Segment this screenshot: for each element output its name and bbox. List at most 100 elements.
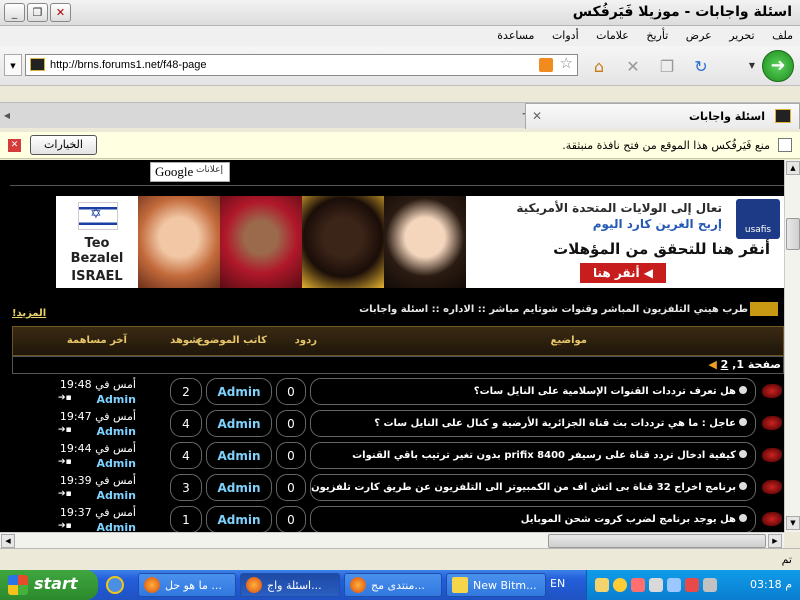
vertical-scroll-thumb[interactable] <box>786 218 800 250</box>
go-to-last-post-icon[interactable]: ➔▪ <box>58 521 72 531</box>
horizontal-scroll-thumb[interactable] <box>548 534 766 548</box>
firefox-icon <box>144 577 160 593</box>
menu-edit[interactable]: تحرير <box>722 26 761 45</box>
taskbar-item[interactable]: اسئلة واج... <box>240 573 340 597</box>
topic-link[interactable]: برنامج اخراج 32 قناة بى اتش اف من الكمبي… <box>311 482 747 493</box>
go-to-last-post-icon[interactable]: ➔▪ <box>58 489 72 499</box>
banner-cta-button[interactable]: ◀ أنقر هنا <box>580 263 666 283</box>
menu-tools[interactable]: أدوات <box>545 26 586 45</box>
banner-name-first: Teo <box>84 236 110 251</box>
last-post-time: أمس في 19:39 <box>59 474 136 487</box>
popup-blocker-bar: ✕ الخيارات منع فَيَرفُكس هذا الموقع من ف… <box>0 132 800 159</box>
minimize-button[interactable]: _ <box>4 3 25 22</box>
firefox-icon <box>246 577 262 593</box>
breadcrumb-text[interactable]: طرب هيني التلفزيون المباشر وقنوات شوتايم… <box>359 304 748 315</box>
banner-country: ISRAEL <box>71 269 123 284</box>
tab-scroll-icon[interactable]: ◀ <box>0 107 14 125</box>
shield-icon[interactable] <box>631 578 645 592</box>
security-icon[interactable] <box>703 578 717 592</box>
options-button[interactable]: الخيارات <box>30 135 97 155</box>
mail-icon[interactable] <box>595 578 609 592</box>
close-notification-icon[interactable]: ✕ <box>8 139 21 152</box>
topic-link[interactable]: عاجل : ما هي ترددات بث قناة الجزائرية ال… <box>374 418 747 429</box>
menu-help[interactable]: مساعدة <box>490 26 541 45</box>
horizontal-scrollbar[interactable]: ◀ ▶ <box>0 532 784 548</box>
taskbar-item[interactable]: ما هو حل ... <box>138 573 236 597</box>
history-dropdown-icon[interactable]: ▼ <box>746 58 758 74</box>
scroll-down-icon[interactable]: ▼ <box>786 516 800 530</box>
ad-banner[interactable]: ✡ Teo Bezalel ISRAEL usafis تعال إلى الو… <box>56 196 784 288</box>
vertical-scrollbar[interactable]: ▲ ▼ <box>784 160 800 532</box>
home-icon[interactable]: ⌂ <box>588 56 610 78</box>
topic-link[interactable]: كيفية ادخال تردد قناة على رسيفر prifix 8… <box>352 450 747 461</box>
go-to-last-post-icon[interactable]: ➔▪ <box>58 425 72 435</box>
reload-icon[interactable]: ↻ <box>690 56 712 78</box>
last-post-author[interactable]: Admin <box>97 393 136 406</box>
tab-active[interactable]: ✕ اسئلة واجابات <box>525 103 800 129</box>
menu-history[interactable]: تأريخ <box>639 26 675 45</box>
topic-title: هل يوجد برنامج لضرب كروت شحن الموبايل <box>520 514 736 525</box>
close-tab-icon[interactable]: ✕ <box>532 109 542 123</box>
pagination: صفحة 1, 2 ◀ <box>708 358 781 371</box>
topic-link[interactable]: هل تعرف ترددات القنوات الإسلامية على الن… <box>474 386 747 397</box>
author-link[interactable]: Admin <box>207 385 271 399</box>
close-window-button[interactable]: ✕ <box>50 3 71 22</box>
internet-explorer-icon[interactable] <box>106 576 124 594</box>
language-indicator[interactable]: EN <box>550 577 565 590</box>
menu-bar: ملف تحرير عرض تأريخ علامات أدوات مساعدة <box>0 26 800 46</box>
taskbar-item[interactable]: منتدى مج... <box>344 573 442 597</box>
antivirus-icon[interactable] <box>685 578 699 592</box>
last-post-cell: أمس في 19:44 Admin ➔▪ <box>12 442 166 470</box>
menu-file[interactable]: ملف <box>765 26 800 45</box>
author-link[interactable]: Admin <box>207 513 271 527</box>
speaker-icon[interactable] <box>667 578 681 592</box>
url-dropdown-icon[interactable]: ▼ <box>4 54 22 76</box>
reply-count: 0 <box>287 385 295 399</box>
author-link[interactable]: Admin <box>207 417 271 431</box>
author-link[interactable]: Admin <box>207 449 271 463</box>
rss-icon[interactable] <box>539 58 553 72</box>
scroll-right-icon[interactable]: ▶ <box>768 534 782 548</box>
next-page-icon[interactable]: ◀ <box>708 358 716 371</box>
forward-button[interactable]: ➜ <box>762 50 794 82</box>
stop-icon[interactable]: ✕ <box>622 56 644 78</box>
topic-title: عاجل : ما هي ترددات بث قناة الجزائرية ال… <box>374 418 736 429</box>
author-link[interactable]: Admin <box>207 481 271 495</box>
taskbar-item[interactable]: New Bitm... <box>446 573 546 597</box>
more-link[interactable]: المزيد! <box>12 308 46 319</box>
messenger-icon[interactable] <box>613 578 627 592</box>
pagination-bar: صفحة 1, 2 ◀ <box>12 356 784 374</box>
window-title: اسئلة واجابات - موزيلا فَيَرفُكس <box>572 4 792 20</box>
url-bar[interactable]: http://brns.forums1.net/f48-page ☆ <box>25 54 578 76</box>
windows-logo-icon <box>8 575 28 595</box>
scroll-up-icon[interactable]: ▲ <box>786 161 800 175</box>
navigation-toolbar: ▼ http://brns.forums1.net/f48-page ☆ ⌂ ✕… <box>0 46 800 86</box>
copy-icon[interactable]: ❐ <box>656 56 678 78</box>
topic-status-icon <box>762 448 782 462</box>
maximize-button[interactable]: ❐ <box>27 3 48 22</box>
replies-cell: 0 <box>276 410 306 437</box>
taskbar-item-label: اسئلة واج... <box>267 579 322 592</box>
scroll-left-icon[interactable]: ◀ <box>1 534 15 548</box>
topic-link[interactable]: هل يوجد برنامج لضرب كروت شحن الموبايل <box>521 514 747 525</box>
topic-title: برنامج اخراج 32 قناة بى اتش اف من الكمبي… <box>311 482 736 493</box>
go-to-last-post-icon[interactable]: ➔▪ <box>58 393 72 403</box>
menu-view[interactable]: عرض <box>679 26 719 45</box>
last-post-author[interactable]: Admin <box>97 489 136 502</box>
topic-status-icon <box>762 384 782 398</box>
start-button[interactable]: start <box>0 570 98 600</box>
menu-bookmarks[interactable]: علامات <box>589 26 636 45</box>
replies-cell: 0 <box>276 474 306 501</box>
go-to-last-post-icon[interactable]: ➔▪ <box>58 457 72 467</box>
last-post-author[interactable]: Admin <box>97 425 136 438</box>
bookmark-star-icon[interactable]: ☆ <box>560 55 573 73</box>
banner-headline: تعال إلى الولايات المتحدة الأمريكية <box>516 201 722 215</box>
views-cell: 1 <box>170 506 202 532</box>
author-cell: Admin <box>206 378 272 405</box>
network-icon[interactable] <box>649 578 663 592</box>
last-post-author[interactable]: Admin <box>97 521 136 532</box>
header-last-post: آخر مساهمة <box>66 335 127 346</box>
header-author: كاتب الموضوع <box>196 335 267 346</box>
last-post-author[interactable]: Admin <box>97 457 136 470</box>
pagination-page-2[interactable]: 2 <box>721 358 729 371</box>
